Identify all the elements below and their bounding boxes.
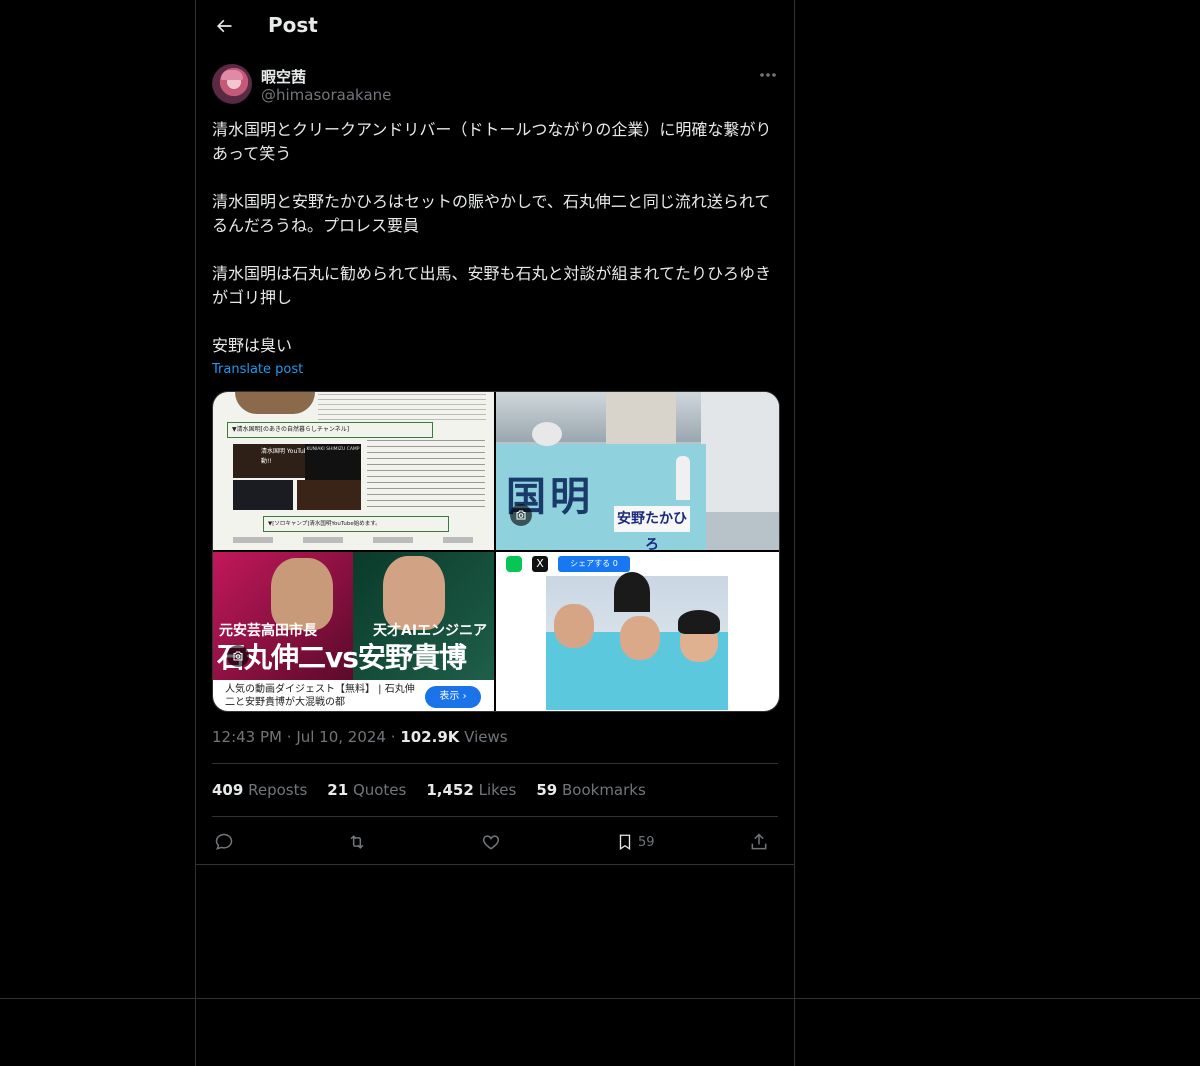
camera-icon bbox=[233, 651, 243, 661]
photo-thumb bbox=[233, 480, 293, 510]
share-icon bbox=[751, 833, 767, 850]
reply-icon bbox=[215, 833, 233, 850]
camera-icon bbox=[516, 510, 526, 520]
post-header: Post bbox=[196, 0, 794, 54]
engagement-stats: 409 Reposts 21 Quotes 1,452 Likes 59 Boo… bbox=[212, 781, 646, 799]
post-time[interactable]: 12:43 PM bbox=[212, 728, 282, 746]
post-paragraph: 安野は臭い bbox=[212, 336, 293, 355]
photo-fragment bbox=[235, 392, 315, 414]
post-bottom-border bbox=[196, 864, 794, 865]
media-image-3[interactable]: 元安芸高田市長 天才AIエンジニア 石丸伸二vs安野貴博 人気の動画ダイジェスト… bbox=[213, 552, 494, 711]
more-horizontal-icon bbox=[760, 73, 776, 77]
stats-divider-top bbox=[212, 763, 778, 764]
bookmark-count: 59 bbox=[638, 834, 655, 850]
post-date[interactable]: Jul 10, 2024 bbox=[296, 728, 386, 746]
more-options-button[interactable] bbox=[754, 64, 782, 86]
reposts-label: Reposts bbox=[248, 781, 308, 799]
media-image-1[interactable]: ▼清水国明[のあきの自然暮らしチャンネル] 清水国明 YouTube 始動!! … bbox=[213, 392, 494, 550]
media-image-2[interactable]: 国明 安野たかひろ bbox=[496, 392, 779, 550]
action-bar: 59 bbox=[212, 826, 778, 858]
ad-text: 人気の動画ダイジェスト【無料】 | 石丸伸二と安野貴博が大混戦の都 bbox=[225, 684, 415, 708]
campaign-sign-name: 安野たかひろ bbox=[614, 506, 690, 550]
camp-footer: ▼[ソロキャンプ]清水国明YouTube始めます。 bbox=[263, 516, 449, 532]
post-text: 清水国明とクリークアンドリバー（ドトールつながりの企業）に明確な繋がりあって笑う… bbox=[212, 118, 782, 358]
likes-label: Likes bbox=[478, 781, 517, 799]
separator-dot: · bbox=[390, 728, 401, 746]
heart-icon bbox=[482, 835, 500, 850]
arrow-left-icon bbox=[217, 19, 232, 33]
person-hair bbox=[678, 610, 720, 634]
back-button[interactable] bbox=[206, 8, 242, 44]
reply-button[interactable] bbox=[214, 826, 234, 858]
candidate-figure bbox=[676, 456, 690, 500]
alt-media-button[interactable] bbox=[227, 645, 249, 667]
quotes-stat[interactable]: 21 Quotes bbox=[327, 781, 406, 799]
avatar[interactable] bbox=[212, 64, 252, 104]
person-face bbox=[620, 616, 660, 660]
person-hair bbox=[614, 572, 650, 612]
camp-logo: KUNIAKI SHIMIZU CAMP bbox=[305, 444, 361, 480]
document-text-lines bbox=[318, 394, 486, 420]
alt-media-button[interactable] bbox=[510, 504, 532, 526]
person-face bbox=[554, 604, 594, 648]
document-text-lines bbox=[367, 440, 485, 510]
quotes-count: 21 bbox=[327, 781, 349, 799]
reposts-count: 409 bbox=[212, 781, 244, 799]
author-handle[interactable]: @himasoraakane bbox=[261, 86, 391, 104]
views-label: Views bbox=[464, 728, 508, 746]
page-title: Post bbox=[268, 13, 318, 37]
bookmark-button[interactable]: 59 bbox=[616, 826, 655, 858]
document-text-lines bbox=[233, 537, 473, 543]
likes-stat[interactable]: 1,452 Likes bbox=[426, 781, 516, 799]
primary-column: Post 暇空茜 @himasoraakane 清水国明とクリークアンドリバー（… bbox=[195, 0, 795, 1066]
bookmark-icon bbox=[619, 834, 631, 851]
reposts-stat[interactable]: 409 Reposts bbox=[212, 781, 307, 799]
post-paragraph: 清水国明とクリークアンドリバー（ドトールつながりの企業）に明確な繋がりあって笑う bbox=[212, 120, 772, 163]
media-grid: ▼清水国明[のあきの自然暮らしチャンネル] 清水国明 YouTube 始動!! … bbox=[212, 391, 780, 712]
translate-post-link[interactable]: Translate post bbox=[212, 362, 303, 377]
channel-heading: ▼清水国明[のあきの自然暮らしチャンネル] bbox=[227, 422, 433, 438]
views-count: 102.9K bbox=[400, 728, 460, 746]
repost-icon bbox=[350, 835, 364, 849]
building bbox=[701, 392, 779, 512]
post-paragraph: 清水国明と安野たかひろはセットの賑やかしで、石丸伸二と同じ流れ送られてるんだろう… bbox=[212, 192, 771, 235]
like-button[interactable] bbox=[481, 826, 501, 858]
bookmarks-stat[interactable]: 59 Bookmarks bbox=[536, 781, 645, 799]
debate-headline: 石丸伸二vs安野貴博 bbox=[217, 641, 467, 674]
author-display-name[interactable]: 暇空茜 bbox=[261, 66, 306, 87]
bookmarks-count: 59 bbox=[536, 781, 558, 799]
post-timestamp: 12:43 PM · Jul 10, 2024 · 102.9K Views bbox=[212, 728, 508, 746]
quotes-label: Quotes bbox=[352, 781, 407, 799]
ad-banner: 人気の動画ダイジェスト【無料】 | 石丸伸二と安野貴博が大混戦の都 表示 › bbox=[213, 680, 494, 711]
person-right bbox=[383, 556, 445, 630]
share-button[interactable] bbox=[749, 826, 769, 858]
bookmarks-label: Bookmarks bbox=[561, 781, 646, 799]
post-paragraph: 清水国明は石丸に勧められて出馬、安野も石丸と対談が組まれてたりひろゆきがゴリ押し bbox=[212, 264, 772, 307]
stats-divider-bottom bbox=[212, 816, 778, 817]
repost-button[interactable] bbox=[346, 826, 368, 858]
facebook-share-button[interactable]: シェアする 0 bbox=[558, 556, 630, 572]
megaphone bbox=[532, 422, 562, 446]
likes-count: 1,452 bbox=[426, 781, 474, 799]
x-share-icon[interactable]: X bbox=[532, 556, 548, 572]
ad-show-button[interactable]: 表示 › bbox=[425, 686, 481, 708]
line-share-icon[interactable] bbox=[506, 556, 522, 572]
photo-thumb bbox=[297, 480, 361, 510]
media-image-4[interactable]: X シェアする 0 bbox=[496, 552, 779, 711]
separator-dot: · bbox=[286, 728, 297, 746]
